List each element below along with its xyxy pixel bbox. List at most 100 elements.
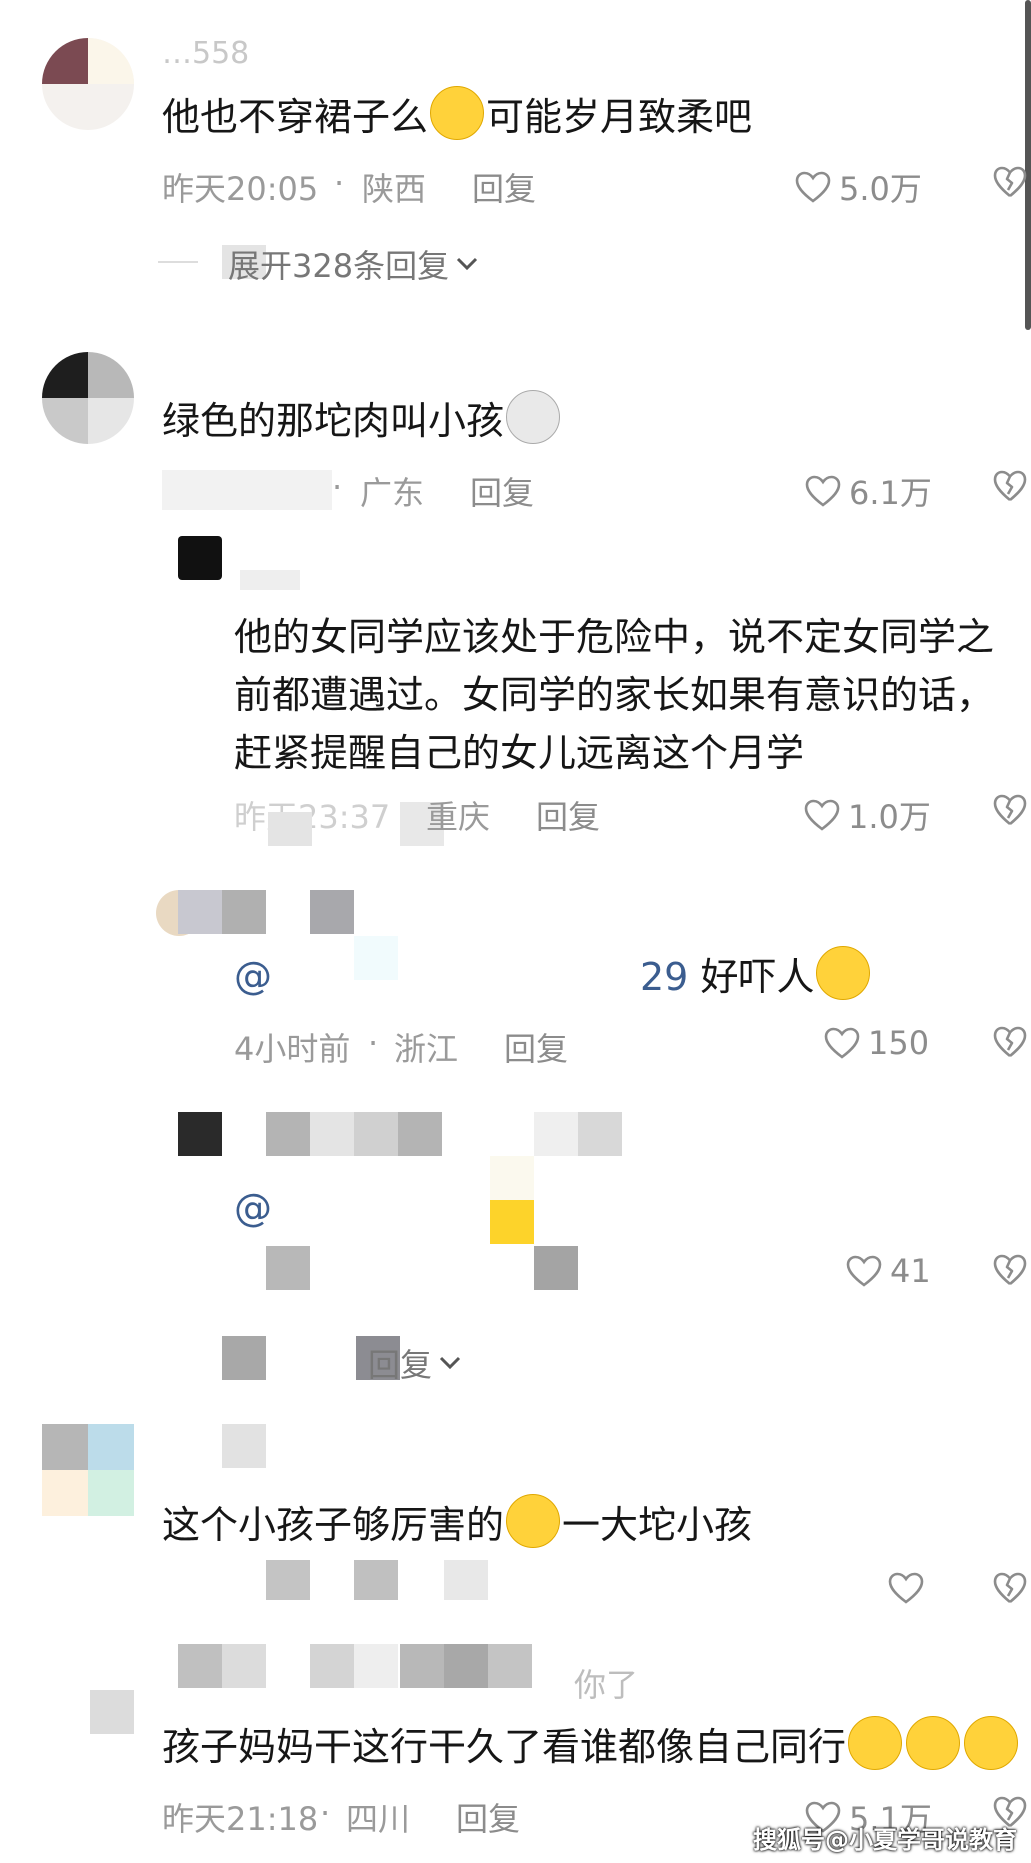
like-count: 150 bbox=[868, 1024, 930, 1062]
blur-block bbox=[266, 1246, 310, 1290]
like-count: 1.0万 bbox=[848, 798, 931, 836]
separator: · bbox=[368, 1024, 379, 1062]
shocked-face-emoji-icon bbox=[506, 390, 561, 444]
blur-block bbox=[534, 1246, 578, 1290]
comment-text-part: 绿色的那坨肉叫小孩 bbox=[162, 399, 505, 443]
blur-block bbox=[240, 570, 300, 590]
blur-block bbox=[162, 470, 332, 510]
broken-heart-icon[interactable] bbox=[993, 1572, 1027, 1604]
blur-block bbox=[266, 1112, 310, 1156]
reply-button[interactable]: 回复 bbox=[470, 468, 534, 514]
separator: · bbox=[332, 468, 343, 506]
like-button[interactable]: 1.0万 bbox=[804, 792, 931, 838]
comment-text: 孩子妈妈干这行干久了看谁都像自己同行 bbox=[162, 1716, 1020, 1777]
blur-block bbox=[310, 890, 354, 934]
chevron-down-icon bbox=[455, 256, 479, 272]
blur-block bbox=[534, 1112, 578, 1156]
expand-replies-button[interactable]: 回复 bbox=[368, 1340, 462, 1386]
username-fragment[interactable]: 你了 bbox=[574, 1660, 638, 1706]
blur-block bbox=[354, 1112, 398, 1156]
like-count: 6.1万 bbox=[849, 474, 932, 512]
comment-text: 绿色的那坨肉叫小孩 bbox=[162, 390, 562, 451]
reply-text-line: 他的女同学应该处于危险中，说不定女同学之 bbox=[234, 615, 995, 659]
reply-button[interactable]: 回复 bbox=[536, 792, 600, 838]
avatar[interactable] bbox=[42, 352, 134, 444]
blur-block bbox=[354, 1560, 398, 1600]
blur-block bbox=[222, 890, 266, 934]
laughing-tears-emoji-icon bbox=[906, 1716, 961, 1770]
heart-outline-icon bbox=[804, 799, 840, 831]
comment-location: 广东 bbox=[360, 474, 425, 512]
blur-block bbox=[444, 1644, 488, 1688]
expand-label: 展开328条回复 bbox=[228, 247, 450, 285]
broken-heart-icon[interactable] bbox=[993, 166, 1027, 198]
blur-block bbox=[222, 1336, 266, 1380]
username[interactable]: …558 bbox=[162, 36, 249, 71]
crying-face-emoji-icon bbox=[816, 946, 871, 1000]
avatar[interactable] bbox=[90, 1690, 134, 1734]
laughing-tears-emoji-icon bbox=[964, 1716, 1019, 1770]
reply-text-line: 赶紧提醒自己的女儿远离这个月学 bbox=[234, 731, 805, 775]
like-button[interactable]: 150 bbox=[824, 1024, 929, 1062]
broken-heart-icon[interactable] bbox=[993, 470, 1027, 502]
reply-button[interactable]: 回复 bbox=[456, 1794, 520, 1840]
reply-button[interactable]: 回复 bbox=[504, 1024, 568, 1070]
blur-block bbox=[354, 1644, 398, 1688]
heart-outline-icon bbox=[824, 1027, 860, 1059]
blur-block bbox=[222, 1424, 266, 1468]
comment-time: 昨天20:05 bbox=[162, 170, 319, 208]
reply-button[interactable]: 回复 bbox=[472, 164, 536, 210]
broken-heart-icon[interactable] bbox=[993, 794, 1027, 826]
blur-block bbox=[398, 1112, 442, 1156]
comment-location: 浙江 bbox=[394, 1030, 459, 1068]
heart-outline-icon bbox=[795, 171, 831, 203]
like-count: 41 bbox=[890, 1252, 931, 1290]
blur-block bbox=[178, 1644, 222, 1688]
mention-tail: 29 bbox=[640, 955, 689, 999]
comment-location: 陕西 bbox=[362, 170, 427, 208]
blur-block bbox=[490, 1200, 534, 1244]
like-button[interactable]: 41 bbox=[846, 1252, 931, 1290]
reply-text: 29 好吓人 bbox=[640, 946, 872, 1007]
blur-block bbox=[266, 1560, 310, 1600]
avatar[interactable] bbox=[178, 1112, 222, 1156]
comment-text: 他也不穿裙子么 可能岁月致柔吧 bbox=[162, 86, 752, 147]
laughing-tears-emoji-icon bbox=[848, 1716, 903, 1770]
blur-block bbox=[354, 936, 398, 980]
broken-heart-icon[interactable] bbox=[993, 1026, 1027, 1058]
like-button[interactable]: 5.0万 bbox=[795, 164, 922, 210]
like-count: 5.0万 bbox=[839, 170, 922, 208]
comment-text-part: 一大坨小孩 bbox=[562, 1503, 753, 1547]
avatar[interactable] bbox=[42, 1424, 134, 1516]
mention[interactable]: @ bbox=[234, 1186, 272, 1230]
expand-label: 回复 bbox=[368, 1346, 433, 1384]
like-button[interactable]: 6.1万 bbox=[805, 468, 932, 514]
comment-text-part: 这个小孩子够厉害的 bbox=[162, 1503, 505, 1547]
separator: · bbox=[320, 1794, 331, 1832]
broken-heart-icon[interactable] bbox=[993, 1254, 1027, 1286]
comment-time: 昨天23:37 bbox=[234, 798, 391, 836]
blur-block bbox=[222, 1644, 266, 1688]
reply-text: @ bbox=[234, 946, 272, 1006]
comment-time: 昨天21:18 bbox=[162, 1800, 319, 1838]
blur-block bbox=[268, 812, 312, 846]
separator: · bbox=[334, 164, 345, 202]
chevron-down-icon bbox=[438, 1355, 462, 1371]
blur-block bbox=[578, 1112, 622, 1156]
heart-outline-icon bbox=[805, 475, 841, 507]
avatar[interactable] bbox=[42, 38, 134, 130]
mention[interactable]: @ bbox=[234, 954, 272, 998]
scrollbar[interactable] bbox=[1025, 0, 1031, 330]
comment-text-part: 他也不穿裙子么 bbox=[162, 95, 429, 139]
blur-block bbox=[310, 1644, 354, 1688]
reply-text: 他的女同学应该处于危险中，说不定女同学之 前都遭遇过。女同学的家长如果有意识的话… bbox=[234, 608, 994, 782]
heart-outline-icon bbox=[846, 1255, 882, 1287]
comment-time: 4小时前 bbox=[234, 1030, 351, 1068]
expand-replies-button[interactable]: 展开328条回复 bbox=[228, 241, 479, 287]
blur-block bbox=[400, 1644, 444, 1688]
comment-text-part: 孩子妈妈干这行干久了看谁都像自己同行 bbox=[162, 1725, 847, 1769]
shy-face-emoji-icon bbox=[430, 86, 485, 140]
avatar[interactable] bbox=[178, 536, 222, 580]
heart-outline-icon[interactable] bbox=[888, 1572, 924, 1604]
blur-block bbox=[310, 1112, 354, 1156]
